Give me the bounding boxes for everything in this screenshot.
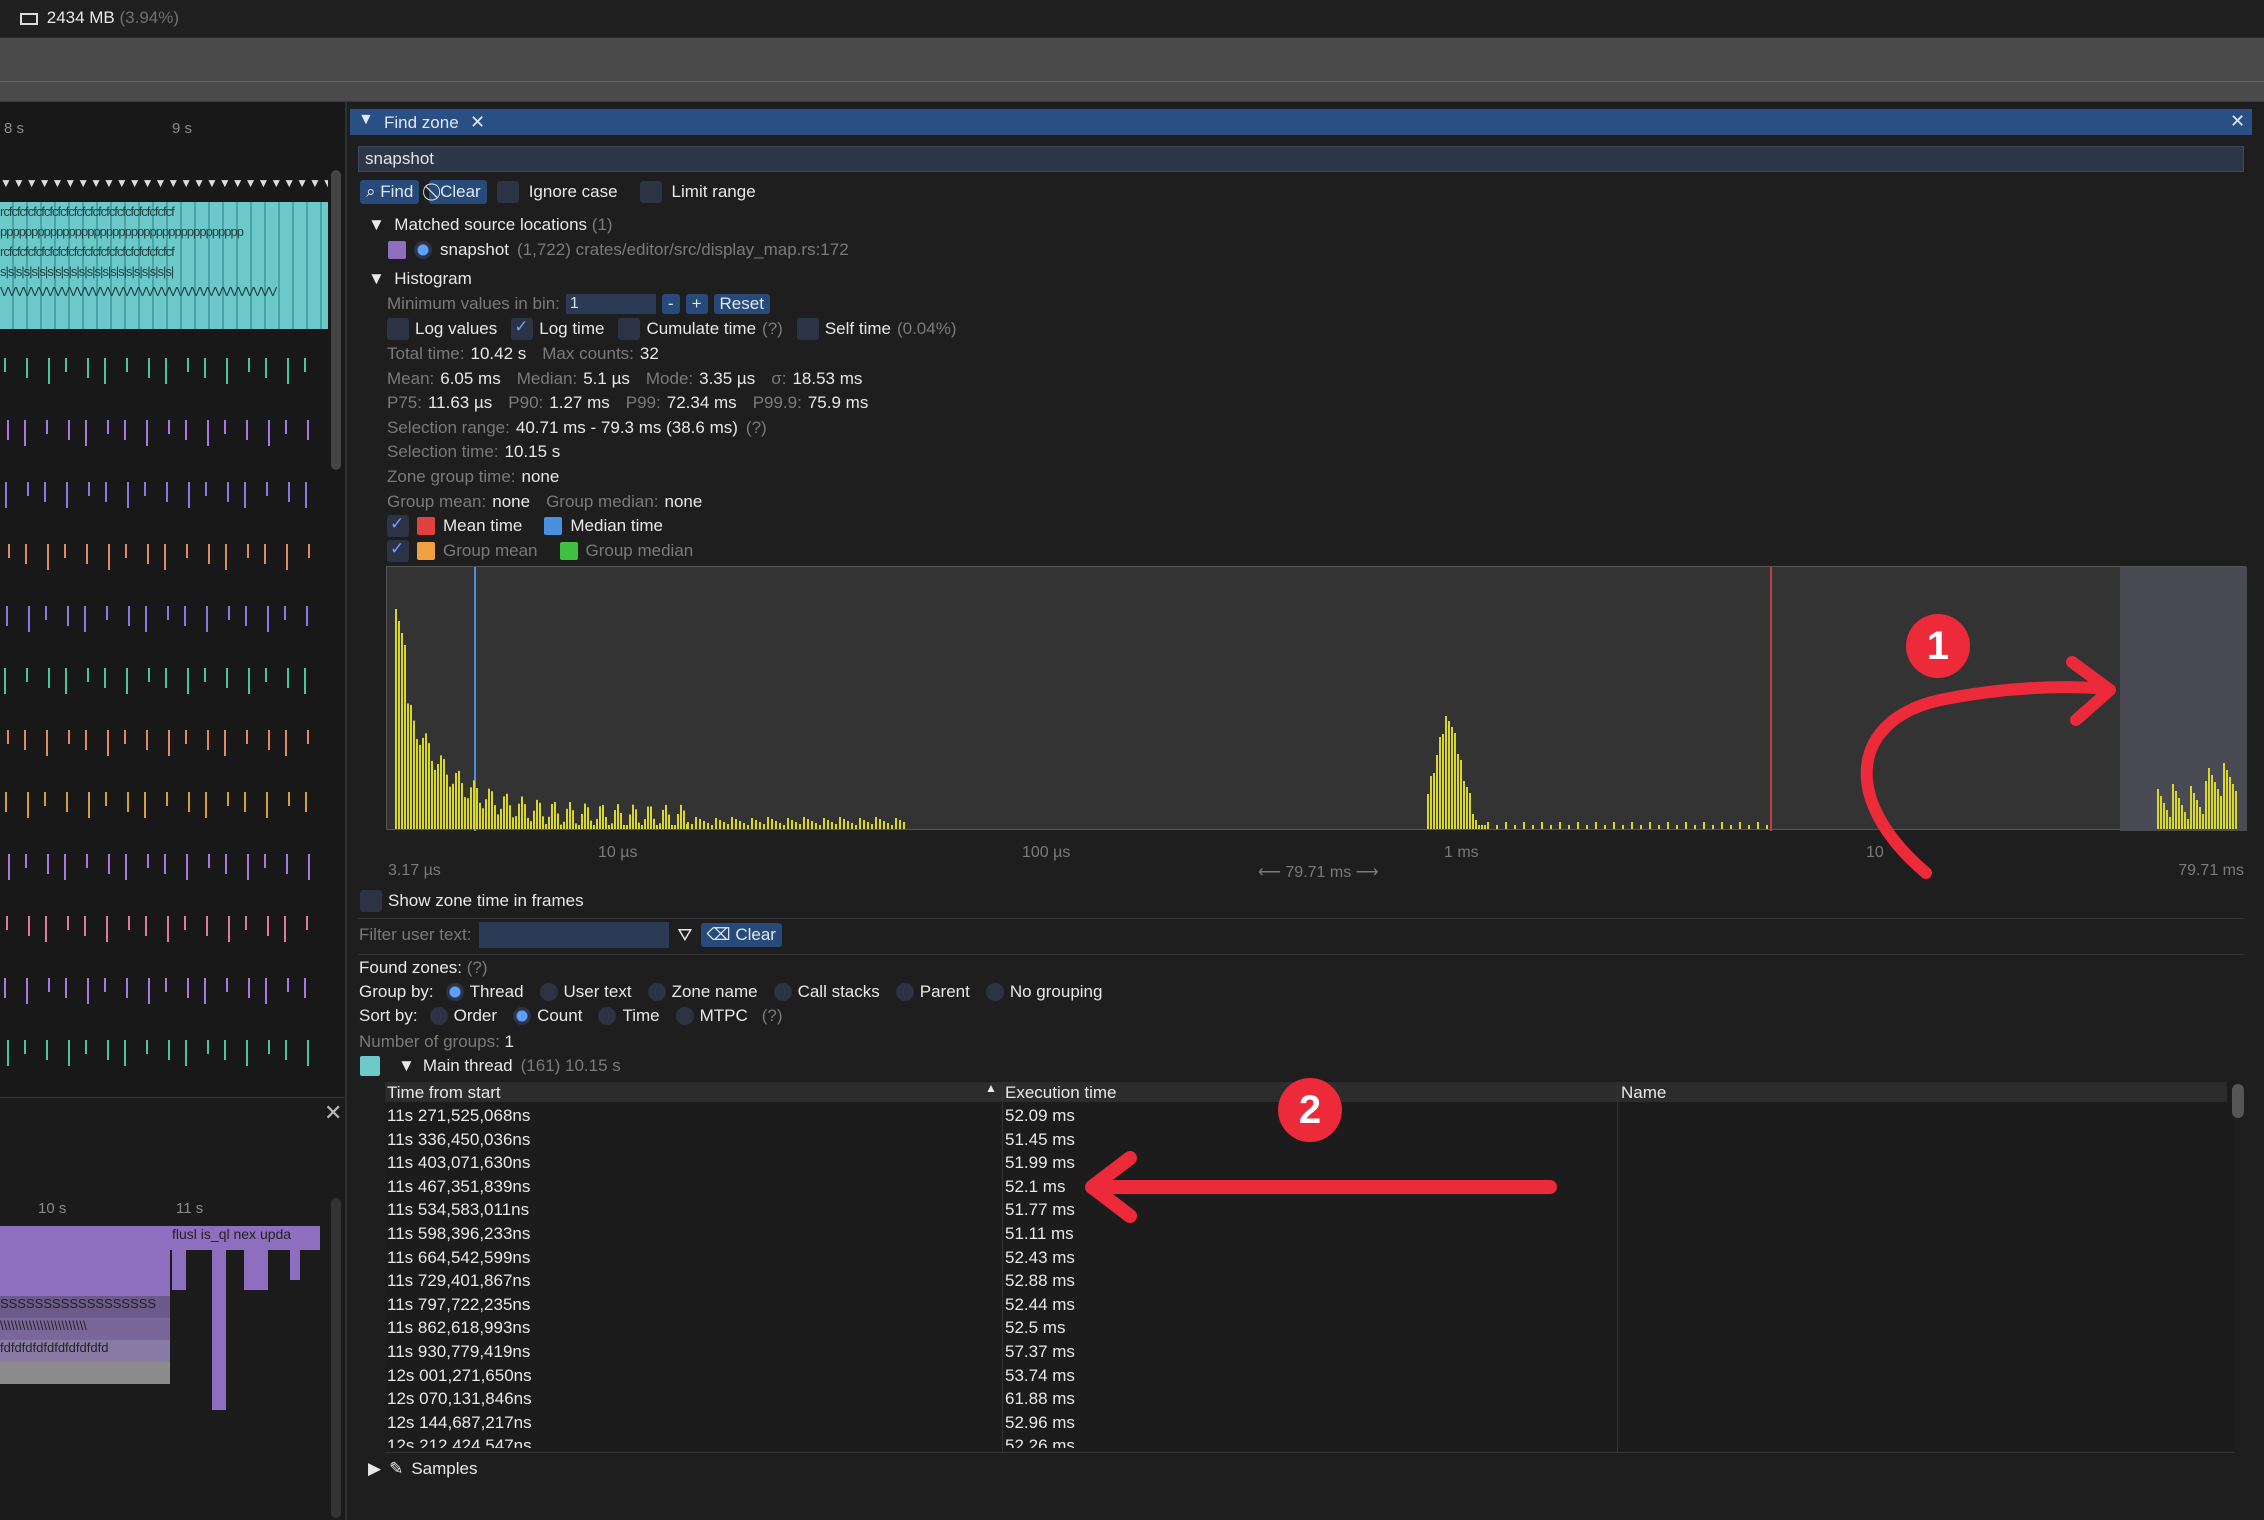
annotation-badge: 1	[1906, 614, 1970, 678]
annotation-badge: 2	[1278, 1078, 1342, 1142]
arrow-1	[1860, 681, 2102, 879]
annotation-overlay	[1085, 656, 2116, 1223]
